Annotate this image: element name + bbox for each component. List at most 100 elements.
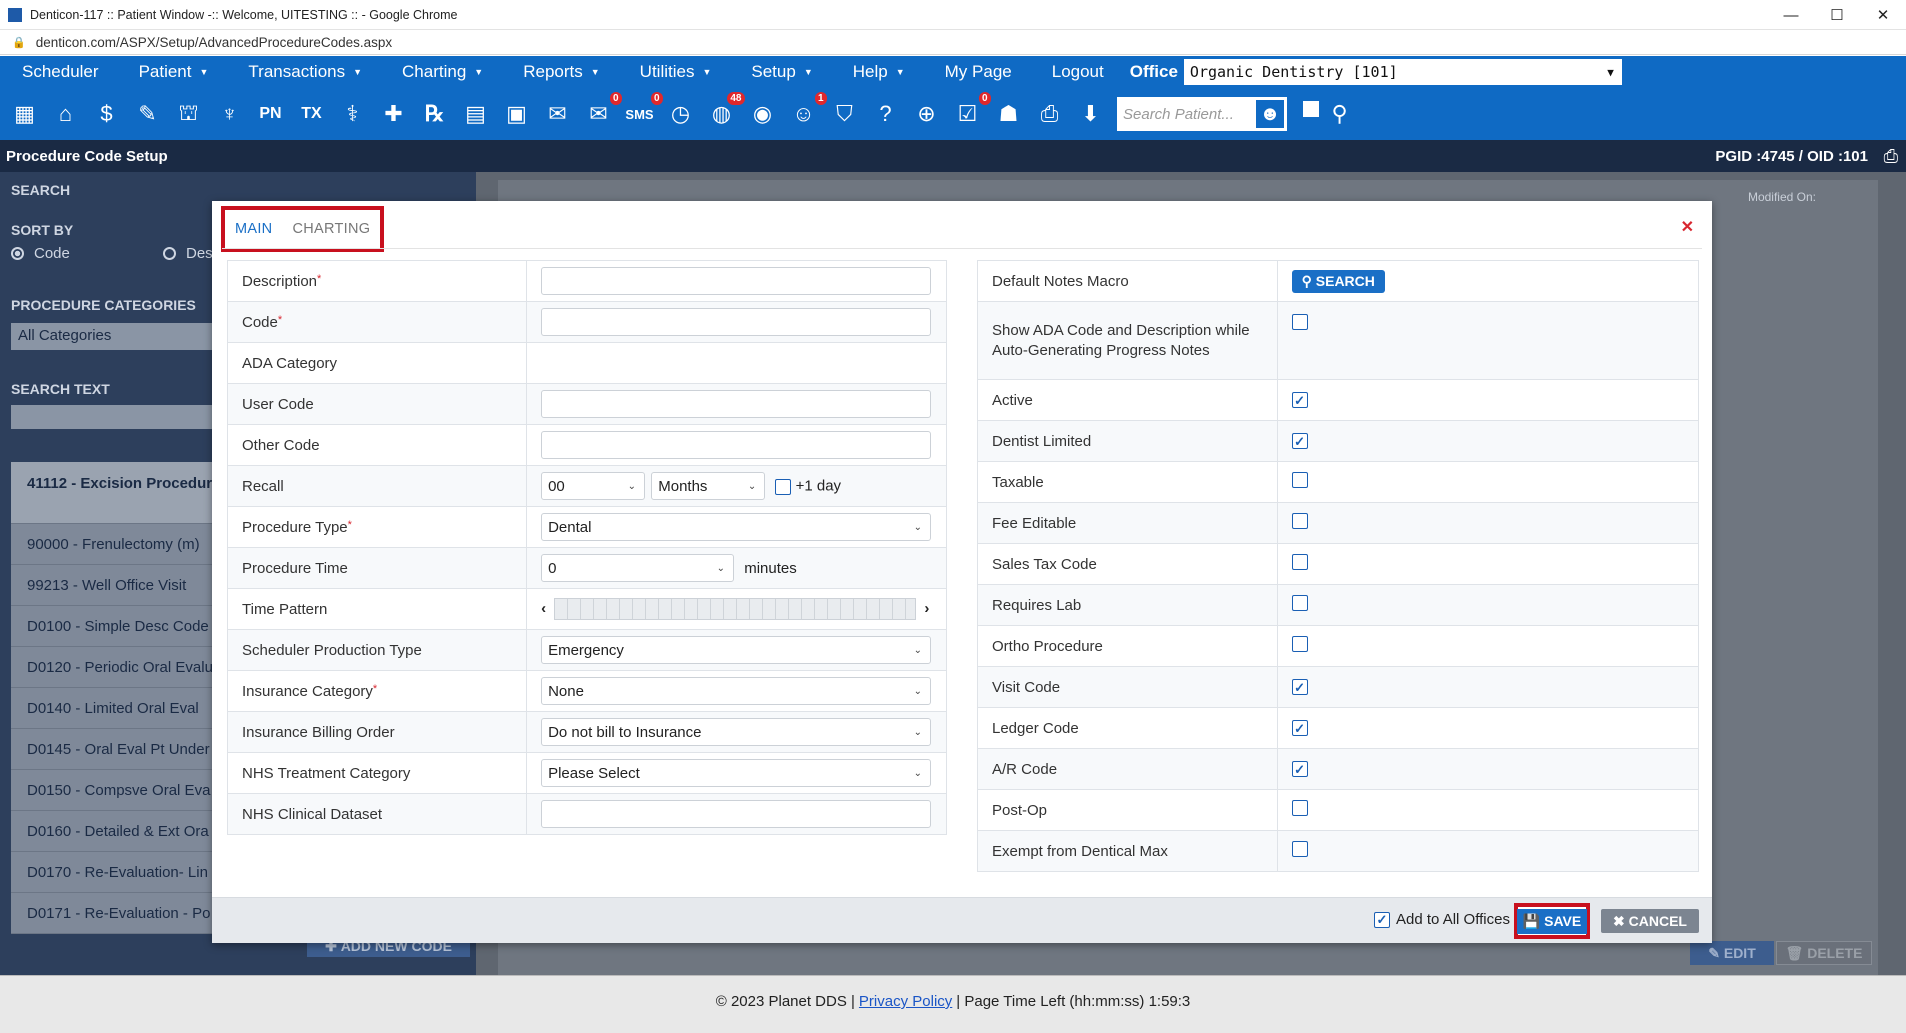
print-icon[interactable]: ⎙ [1884,146,1898,167]
search-patient-input[interactable]: Search Patient... ☻ [1117,97,1287,131]
main-form-left: Description* Code* ADA Category User Cod… [226,260,947,835]
menu-patient[interactable]: Patient ▼ [117,62,227,82]
clock-icon[interactable]: ◷ [664,97,698,131]
nhs-clinical-dataset-input[interactable] [541,800,932,828]
user-code-input[interactable] [541,390,932,418]
group-icon[interactable]: ☗ [992,97,1026,131]
menu-reports[interactable]: Reports ▼ [501,62,617,82]
chevron-right-icon[interactable]: › [924,600,929,617]
edit-button[interactable]: ✎ EDIT [1690,941,1774,965]
home-icon[interactable]: ⌂ [49,97,83,131]
insurance-billing-order-select[interactable]: Do not bill to Insurance ⌄ [541,718,932,746]
tooth-icon[interactable]: ⛫ [172,97,206,131]
mail-icon[interactable]: ✉ [541,97,575,131]
nhs-treatment-category-select[interactable]: Please Select ⌄ [541,759,932,787]
document-icon[interactable]: ▣ [500,97,534,131]
time-pattern-track[interactable] [554,598,917,620]
pn-icon[interactable]: PN [254,97,288,131]
sales-tax-code-checkbox[interactable] [1291,554,1308,570]
add-to-all-offices[interactable]: ✓ Add to All Offices [1374,911,1510,928]
address-bar[interactable]: 🔒 denticon.com/ASPX/Setup/AdvancedProced… [0,31,1906,55]
add-patient-icon[interactable]: ⚕ [336,97,370,131]
ortho-procedure-checkbox[interactable] [1291,636,1308,652]
menu-scheduler[interactable]: Scheduler [0,62,117,82]
calendar-icon[interactable]: ▦ [8,97,42,131]
patient-search-icon[interactable]: ⚲ [1323,97,1357,131]
scheduler-production-type-select[interactable]: Emergency ⌄ [541,636,932,664]
tab-charting[interactable]: CHARTING [292,221,370,237]
modified-on-label: Modified On: [1747,190,1816,204]
browser-titlebar: Denticon-117 :: Patient Window -:: Welco… [0,0,1906,30]
minimize-icon[interactable]: — [1768,0,1814,30]
patient-photo-icon[interactable]: ☻ [1255,99,1285,129]
toolbar-checkbox[interactable] [1303,101,1319,117]
maximize-icon[interactable]: ☐ [1814,0,1860,30]
post-op-checkbox[interactable] [1291,800,1308,816]
cancel-button[interactable]: ✖ CANCEL [1601,909,1699,933]
menu-logout[interactable]: Logout [1030,62,1122,82]
ar-code-checkbox[interactable]: ✓ [1291,761,1308,777]
delete-button[interactable]: 🗑 DELETE [1776,941,1872,965]
flag-label: Ortho Procedure [977,625,1278,667]
visit-code-checkbox[interactable]: ✓ [1291,679,1308,695]
procedure-type-select[interactable]: Dental ⌄ [541,513,932,541]
menu-setup[interactable]: Setup ▼ [729,62,830,82]
exempt-dentical-max-checkbox[interactable] [1291,841,1308,857]
web-icon[interactable]: ◍ 48 [705,92,745,131]
printer-icon[interactable]: ⎙ [1033,97,1067,131]
save-button[interactable]: 💾 SAVE [1514,903,1590,939]
description-input[interactable] [541,267,932,295]
tooth-outline-icon[interactable]: ⛉ [828,97,862,131]
plus-one-day-checkbox[interactable] [775,478,792,495]
office-select[interactable]: Organic Dentistry [101] ▼ [1183,59,1622,85]
active-checkbox[interactable]: ✓ [1291,392,1308,408]
app-favicon-icon [8,7,22,22]
menu-label: My Page [944,62,1012,81]
privacy-policy-link[interactable]: Privacy Policy [859,993,952,1010]
support-icon[interactable]: ◉ [746,97,780,131]
close-window-icon[interactable]: ✕ [1860,0,1906,30]
add-family-icon[interactable]: ✚ [377,97,411,131]
insurance-category-select[interactable]: None ⌄ [541,677,932,705]
ledger-code-checkbox[interactable]: ✓ [1291,720,1308,736]
menu-label: Charting [402,62,467,81]
checklist-icon[interactable]: ☑ 0 [951,92,991,131]
menu-transactions[interactable]: Transactions ▼ [226,62,380,82]
sort-code-radio[interactable]: Code [11,245,70,262]
fee-editable-checkbox[interactable] [1291,513,1308,529]
sms-icon[interactable]: SMS 0 [623,92,663,131]
menu-utilities[interactable]: Utilities ▼ [618,62,730,82]
add-to-all-offices-checkbox[interactable]: ✓ [1374,911,1390,928]
rx-icon[interactable]: ℞ [418,97,452,131]
chevron-left-icon[interactable]: ‹ [541,600,546,617]
flag-label: Taxable [977,461,1278,503]
edit-icon[interactable]: ✎ [131,97,165,131]
menu-help[interactable]: Help ▼ [831,62,923,82]
dentist-limited-checkbox[interactable]: ✓ [1291,433,1308,449]
menu-charting[interactable]: Charting ▼ [380,62,501,82]
download-icon[interactable]: ⬇ [1074,97,1108,131]
search-patient-placeholder: Search Patient... [1123,105,1234,123]
sort-desc-radio[interactable]: Des [163,245,213,262]
close-icon[interactable]: ✕ [1681,217,1694,237]
tab-main[interactable]: MAIN [235,221,272,237]
recall-number-select[interactable]: 00 ⌄ [541,472,646,500]
flag-label: Ledger Code [977,707,1278,749]
requires-lab-checkbox[interactable] [1291,595,1308,611]
alert-icon[interactable]: ☺ 1 [787,92,827,131]
taxable-checkbox[interactable] [1291,472,1308,488]
tooth-chart-icon[interactable]: ♆ [213,97,247,131]
macro-search-button[interactable]: ⚲ SEARCH [1291,269,1385,293]
notes-icon[interactable]: ▤ [459,97,493,131]
tx-icon[interactable]: TX [295,97,329,131]
globe-icon[interactable]: ⊕ [910,97,944,131]
code-input[interactable] [541,308,932,336]
recall-unit-select[interactable]: Months ⌄ [651,472,766,500]
menu-my-page[interactable]: My Page [923,62,1030,82]
help-tooth-icon[interactable]: ? [869,97,903,131]
message-icon[interactable]: ✉ 0 [582,92,622,131]
dollar-icon[interactable]: $ [90,97,124,131]
show-ada-checkbox[interactable] [1291,314,1308,330]
procedure-time-select[interactable]: 0 ⌄ [541,554,735,582]
other-code-input[interactable] [541,431,932,459]
